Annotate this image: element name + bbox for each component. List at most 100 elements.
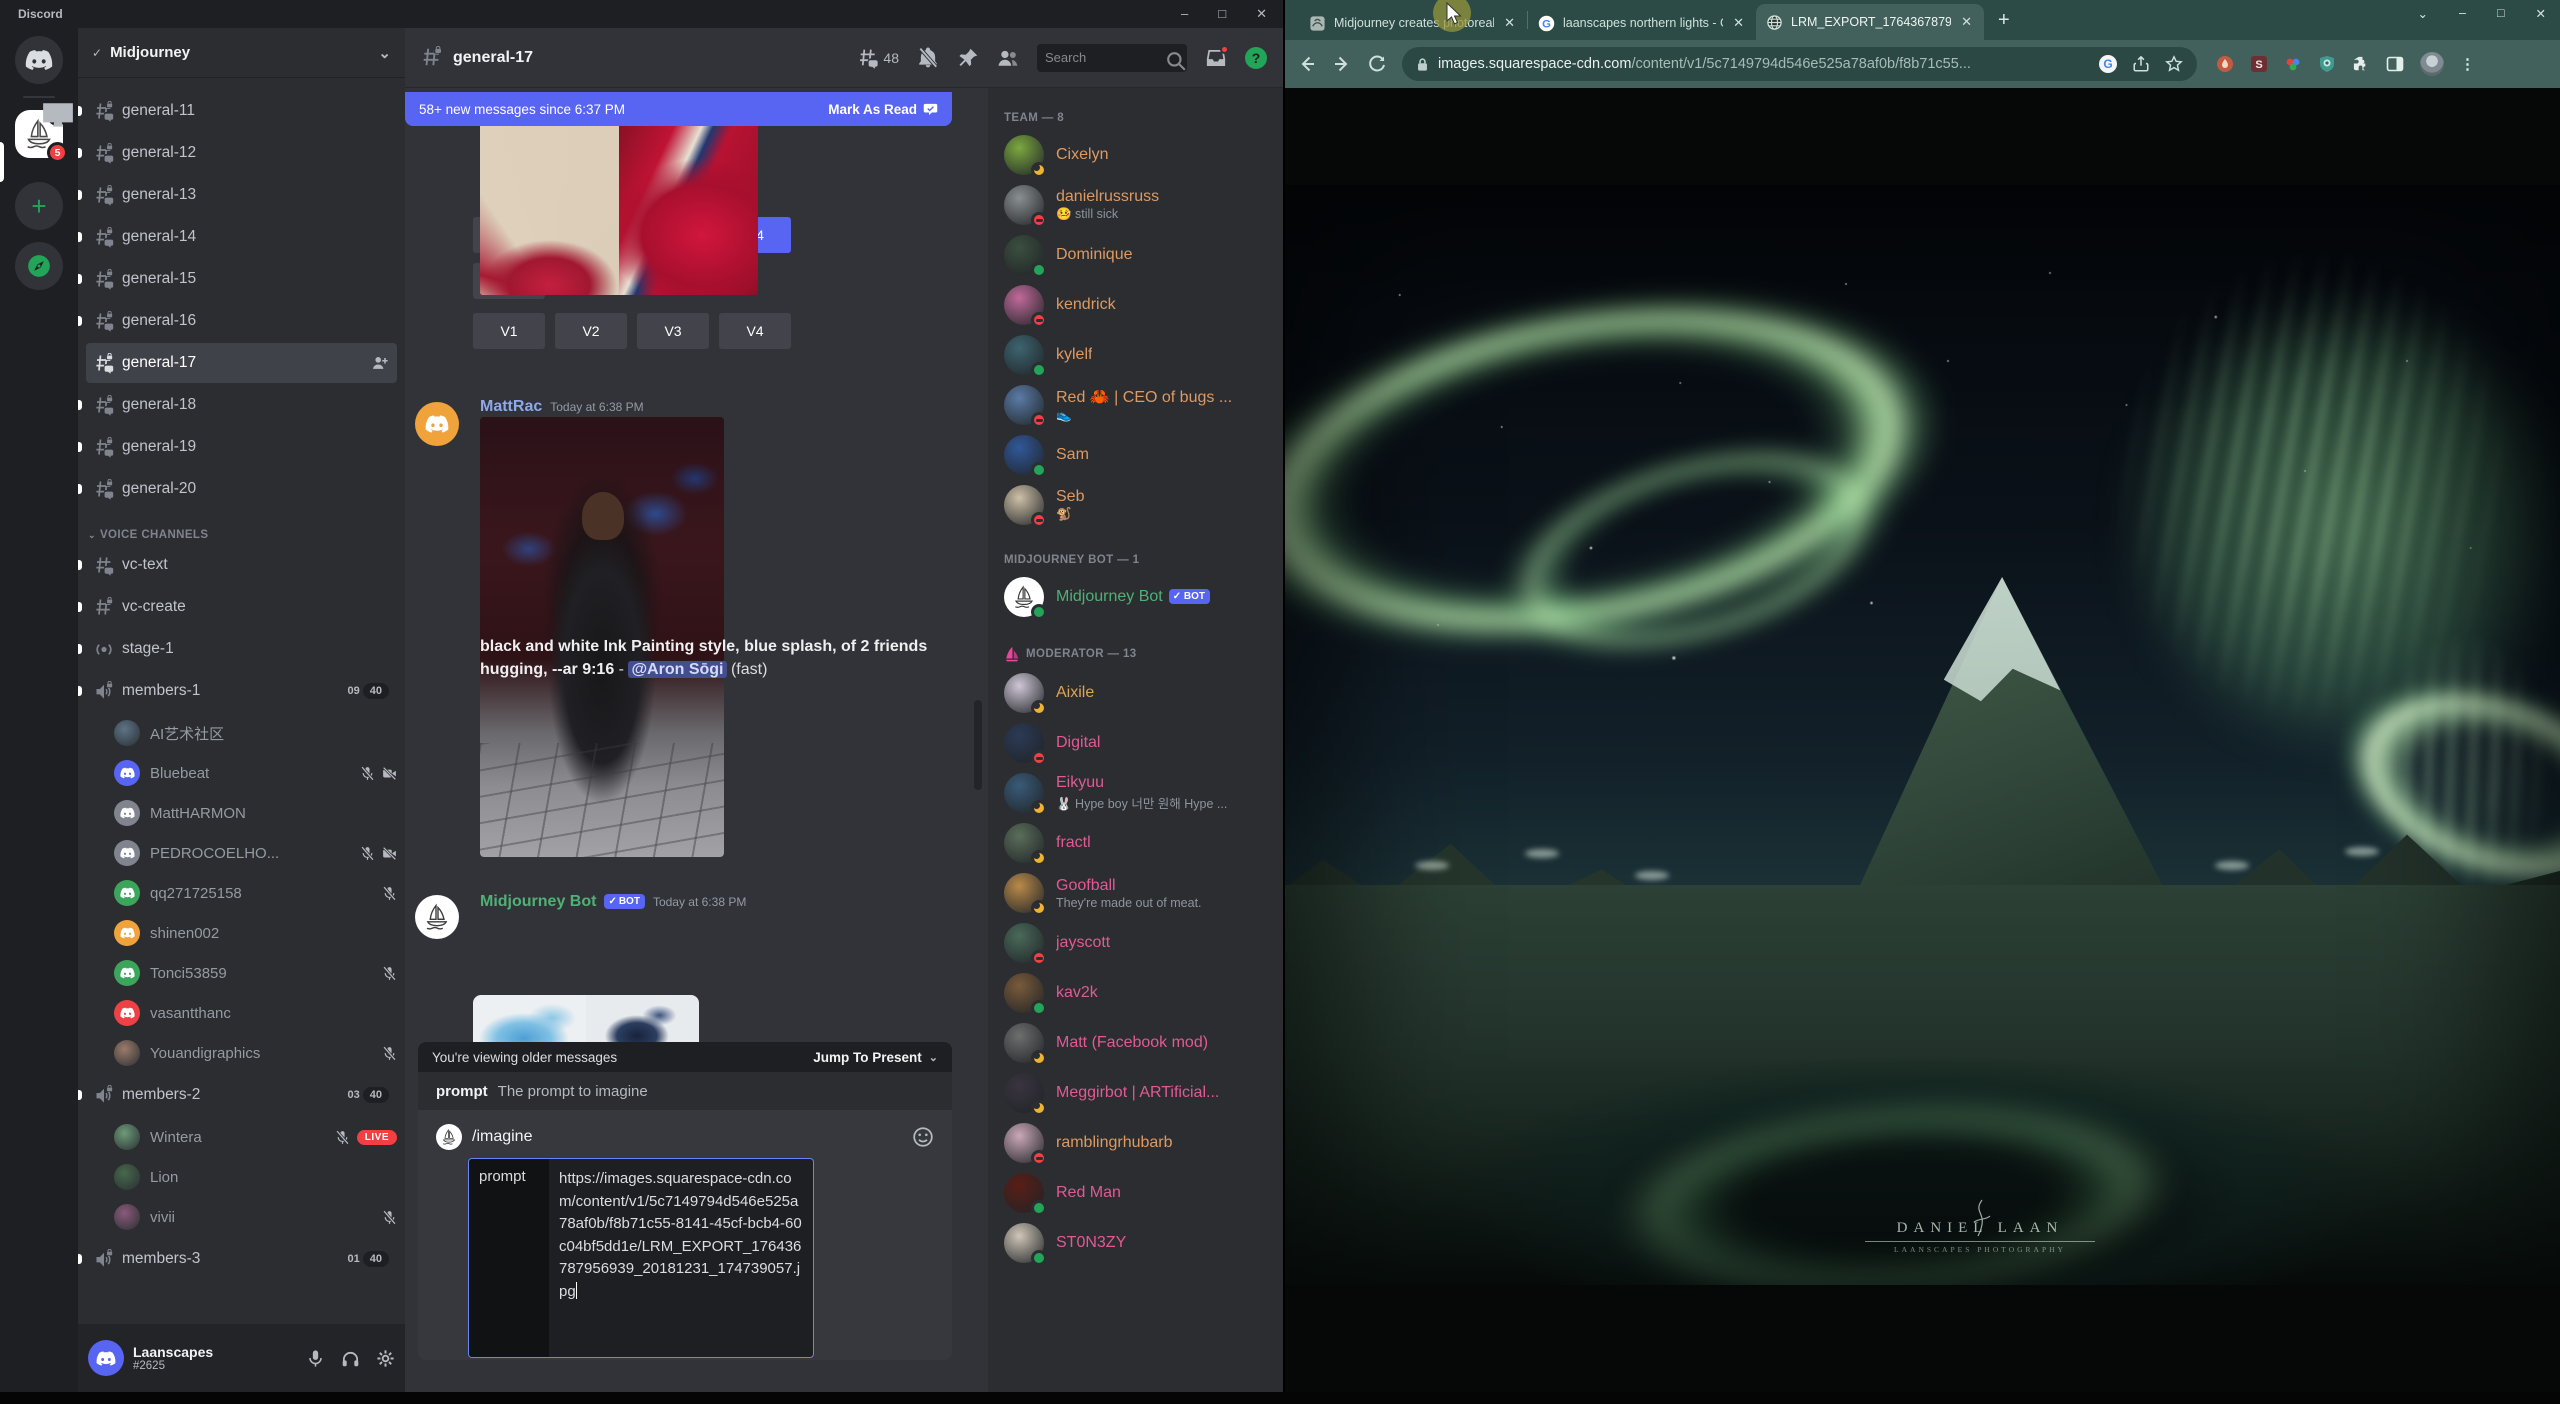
member-row-danielrussruss[interactable]: danielrussruss 🤒 still sick — [1004, 180, 1275, 230]
member-row-kav2k[interactable]: kav2k — [1004, 968, 1275, 1018]
bot-avatar[interactable] — [415, 895, 459, 939]
option-value[interactable]: https://images.squarespace-cdn.com/conte… — [549, 1159, 813, 1357]
member-row-jayscott[interactable]: jayscott — [1004, 918, 1275, 968]
pin-icon[interactable] — [957, 47, 979, 69]
channel-item-general-18[interactable]: general-18 — [78, 385, 397, 425]
channel-item-general-19[interactable]: general-19 — [78, 427, 397, 467]
explore-servers-button[interactable] — [15, 242, 63, 290]
variation-button-V1[interactable]: V1 — [473, 313, 545, 349]
avatar[interactable] — [415, 402, 459, 446]
profile-avatar[interactable] — [2420, 52, 2444, 76]
voice-channel-members-1[interactable]: members-1 09 40 — [78, 671, 397, 711]
extension-icon-3[interactable] — [2284, 55, 2302, 73]
extension-icon-1[interactable] — [2216, 55, 2234, 73]
voice-user-shinen002[interactable]: shinen002 — [114, 913, 397, 953]
side-panel-icon[interactable] — [2386, 55, 2404, 73]
member-row-fractl[interactable]: fractl — [1004, 818, 1275, 868]
aurora-photo[interactable]: DANIEL LAAN LAANSCAPES PHOTOGRAPHY — [1285, 185, 2560, 1285]
voice-channel-vc-create[interactable]: vc-create — [78, 587, 397, 627]
share-icon[interactable] — [2132, 55, 2150, 73]
user-mention[interactable]: @Aron Sōgi — [628, 661, 727, 679]
notifications-muted-icon[interactable] — [917, 46, 939, 69]
tab-close-icon[interactable]: ✕ — [1502, 15, 1517, 31]
member-row-ST0N3ZY[interactable]: ST0N3ZY — [1004, 1218, 1275, 1268]
browser-tab-2[interactable]: Glaanscapes northern lights - Goo ✕ — [1528, 6, 1756, 40]
voice-channel-members-3[interactable]: members-3 01 40 — [78, 1239, 397, 1279]
maximize-icon[interactable]: □ — [2497, 6, 2505, 21]
minimize-icon[interactable]: – — [1181, 6, 1188, 22]
server-icon-midjourney[interactable]: 5 — [15, 102, 73, 163]
variation-button-V4[interactable]: V4 — [719, 313, 791, 349]
voice-user-Youandigraphics[interactable]: Youandigraphics — [114, 1033, 397, 1073]
server-header[interactable]: ✓ Midjourney ⌄ — [78, 28, 405, 78]
bookmark-star-icon[interactable] — [2165, 55, 2183, 73]
extension-icon-2[interactable]: S — [2250, 55, 2268, 73]
threads-button[interactable]: 48 — [857, 47, 899, 69]
voice-channel-stage-1[interactable]: stage-1 — [78, 629, 397, 669]
member-row-ramblingrhubarb[interactable]: ramblingrhubarb — [1004, 1118, 1275, 1168]
lock-icon[interactable] — [1416, 57, 1429, 72]
close-icon[interactable]: ✕ — [1256, 6, 1267, 22]
voice-user-AI艺术社区[interactable]: AI艺术社区 — [114, 713, 397, 753]
user-avatar[interactable] — [88, 1340, 124, 1376]
member-row-Aixile[interactable]: Aixile — [1004, 668, 1275, 718]
reload-button[interactable] — [1367, 54, 1387, 74]
help-button[interactable]: ? — [1245, 46, 1267, 69]
member-row-Digital[interactable]: Digital — [1004, 718, 1275, 768]
voice-user-Bluebeat[interactable]: Bluebeat — [114, 753, 397, 793]
discord-home-button[interactable] — [15, 36, 63, 84]
member-row-Red-CEO-of-bugs-[interactable]: Red 🦀 | CEO of bugs ... 👟 — [1004, 380, 1275, 430]
mic-icon[interactable] — [306, 1349, 325, 1368]
gear-icon[interactable] — [376, 1349, 395, 1368]
voice-user-Wintera[interactable]: Wintera LIVE — [114, 1117, 397, 1157]
voice-user-Lion[interactable]: Lion — [114, 1157, 397, 1197]
voice-channels-category[interactable]: ⌄ VOICE CHANNELS — [88, 529, 397, 541]
close-icon[interactable]: ✕ — [2536, 6, 2546, 21]
channel-item-general-17[interactable]: general-17 — [86, 343, 397, 383]
voice-user-qq271725158[interactable]: qq271725158 — [114, 873, 397, 913]
bot-author[interactable]: Midjourney Bot — [480, 893, 596, 911]
inbox-button[interactable] — [1205, 44, 1229, 69]
member-row-kendrick[interactable]: kendrick — [1004, 280, 1275, 330]
tab-close-icon[interactable]: ✕ — [1731, 15, 1746, 31]
minimize-icon[interactable]: – — [2459, 6, 2466, 21]
bot-image-preview[interactable] — [473, 995, 699, 1046]
member-row-Seb[interactable]: Seb 🐒 — [1004, 480, 1275, 530]
voice-channel-members-2[interactable]: members-2 03 40 — [78, 1075, 397, 1115]
message-author[interactable]: MattRac — [480, 398, 542, 416]
voice-user-MattHARMON[interactable]: MattHARMON — [114, 793, 397, 833]
channel-item-general-15[interactable]: general-15 — [78, 259, 397, 299]
variation-button-V2[interactable]: V2 — [555, 313, 627, 349]
member-row-Midjourney-Bot[interactable]: Midjourney Bot ✓ BOT — [1004, 572, 1275, 622]
member-row-Red-Man[interactable]: Red Man — [1004, 1168, 1275, 1218]
voice-user-vasantthanc[interactable]: vasantthanc — [114, 993, 397, 1033]
prompt-option-input[interactable]: prompt https://images.squarespace-cdn.co… — [468, 1158, 814, 1358]
extension-icon-4[interactable] — [2318, 55, 2336, 73]
channel-item-general-13[interactable]: general-13 — [78, 175, 397, 215]
back-button[interactable] — [1297, 54, 1317, 74]
chat-scrollbar[interactable] — [974, 700, 982, 790]
browser-tab-3[interactable]: LRM_EXPORT_176436787956939 ✕ — [1756, 4, 1984, 40]
viewing-older-messages-bar[interactable]: You're viewing older messages Jump To Pr… — [418, 1042, 952, 1072]
browser-tab-1[interactable]: Midjourney creates photorealisti ✕ — [1299, 6, 1527, 40]
url-text[interactable]: images.squarespace-cdn.com/content/v1/5c… — [1438, 56, 1971, 72]
create-invite-icon[interactable] — [371, 354, 389, 372]
channel-item-general-11[interactable]: general-11 — [78, 91, 397, 131]
google-side-search-icon[interactable]: G — [2099, 55, 2117, 73]
extensions-puzzle-icon[interactable] — [2352, 55, 2370, 73]
new-messages-bar[interactable]: 58+ new messages since 6:37 PM Mark As R… — [405, 92, 952, 126]
mark-as-read-button[interactable]: Mark As Read — [828, 102, 938, 117]
member-row-Eikyuu[interactable]: Eikyuu 🐰 Hype boy 너만 원해 Hype ... — [1004, 768, 1275, 818]
member-row-Dominique[interactable]: Dominique — [1004, 230, 1275, 280]
voice-user-PEDROCOELHO...[interactable]: PEDROCOELHO... — [114, 833, 397, 873]
member-row-kylelf[interactable]: kylelf — [1004, 330, 1275, 380]
voice-channel-vc-text[interactable]: vc-text — [78, 545, 397, 585]
member-row-Matt-Facebook-mod-[interactable]: Matt (Facebook mod) — [1004, 1018, 1275, 1068]
channel-item-general-20[interactable]: general-20 — [78, 469, 397, 509]
address-bar[interactable]: images.squarespace-cdn.com/content/v1/5c… — [1402, 47, 2197, 81]
voice-user-Tonci53859[interactable]: Tonci53859 — [114, 953, 397, 993]
member-row-Cixelyn[interactable]: Cixelyn — [1004, 130, 1275, 180]
voice-user-vivii[interactable]: vivii — [114, 1197, 397, 1237]
browser-menu-icon[interactable]: ⋮ — [2460, 55, 2475, 73]
channel-item-general-16[interactable]: general-16 — [78, 301, 397, 341]
